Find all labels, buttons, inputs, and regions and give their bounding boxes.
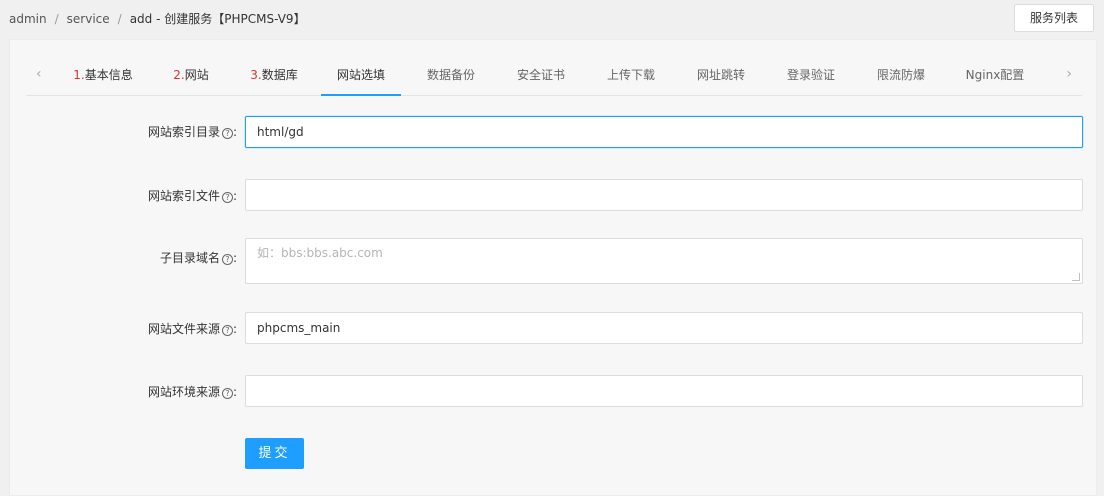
tab-label: 网站 (184, 68, 209, 82)
breadcrumb-separator: / (54, 12, 59, 26)
env-source-input[interactable] (245, 375, 1083, 407)
help-icon[interactable]: ? (221, 128, 233, 139)
breadcrumb: admin / service / add - 创建服务【PHPCMS-V9】 (9, 10, 306, 27)
help-icon[interactable]: ? (221, 388, 233, 399)
index-file-label: 网站索引文件?: (147, 189, 237, 203)
tab-website-optional[interactable]: 网站选填 (321, 56, 401, 96)
breadcrumb-admin[interactable]: admin (9, 12, 47, 26)
tab-url-redirect[interactable]: 网址跳转 (695, 56, 747, 96)
form-panel: ‹ 1.基本信息 2.网站 3.数据库 网站选填 数据备份 安全证书 上传下载 … (9, 39, 1097, 496)
tab-website[interactable]: 2.网站 (172, 56, 210, 96)
tab-label: Nginx配置 (965, 68, 1025, 82)
help-icon[interactable]: ? (221, 254, 233, 265)
breadcrumb-dash: - (152, 12, 165, 26)
breadcrumb-add: add (129, 12, 153, 26)
tab-label: 网址跳转 (696, 68, 745, 82)
tab-basic-info[interactable]: 1.基本信息 (72, 56, 134, 96)
service-list-button[interactable]: 服务列表 (1014, 4, 1094, 32)
tab-upload-download[interactable]: 上传下载 (605, 56, 657, 96)
tab-step-number: 1. (73, 68, 85, 82)
help-icon[interactable]: ? (221, 325, 233, 336)
breadcrumb-separator: / (117, 12, 122, 26)
page-title: 创建服务【PHPCMS-V9】 (164, 12, 306, 26)
tab-step-number: 2. (173, 68, 185, 82)
subdir-domain-textarea[interactable] (245, 238, 1083, 284)
tab-label: 数据备份 (426, 68, 475, 82)
tab-rate-limit[interactable]: 限流防爆 (875, 56, 927, 96)
tab-label: 网站选填 (336, 68, 385, 82)
tab-login-auth[interactable]: 登录验证 (785, 56, 837, 96)
tab-bar: ‹ 1.基本信息 2.网站 3.数据库 网站选填 数据备份 安全证书 上传下载 … (26, 56, 1082, 96)
index-dir-input[interactable] (245, 116, 1083, 148)
tab-next-icon[interactable]: › (1066, 66, 1072, 82)
tab-label: 基本信息 (84, 68, 133, 82)
index-file-input[interactable] (245, 179, 1083, 211)
tab-label: 上传下载 (606, 68, 655, 82)
file-source-input[interactable] (245, 312, 1083, 344)
tab-ssl-cert[interactable]: 安全证书 (515, 56, 567, 96)
subdir-domain-wrapper (245, 238, 1083, 284)
file-source-label: 网站文件来源?: (147, 322, 237, 336)
tab-prev-icon[interactable]: ‹ (36, 66, 42, 82)
index-dir-label: 网站索引目录?: (147, 125, 237, 139)
env-source-label: 网站环境来源?: (147, 385, 237, 399)
top-bar: admin / service / add - 创建服务【PHPCMS-V9】 服务列表 (0, 0, 1104, 38)
tab-label: 数据库 (261, 68, 298, 82)
help-icon[interactable]: ? (221, 192, 233, 203)
tab-database[interactable]: 3.数据库 (249, 56, 299, 96)
tab-label: 安全证书 (516, 68, 565, 82)
tab-data-backup[interactable]: 数据备份 (425, 56, 477, 96)
subdir-domain-label: 子目录域名?: (159, 251, 237, 265)
submit-button[interactable]: 提交 (245, 438, 304, 469)
tab-label: 登录验证 (786, 68, 835, 82)
breadcrumb-service[interactable]: service (67, 12, 110, 26)
resize-handle-icon[interactable] (1072, 273, 1080, 281)
tab-step-number: 3. (250, 68, 262, 82)
tab-nginx-config[interactable]: Nginx配置 (965, 56, 1025, 96)
tab-label: 限流防爆 (876, 68, 925, 82)
